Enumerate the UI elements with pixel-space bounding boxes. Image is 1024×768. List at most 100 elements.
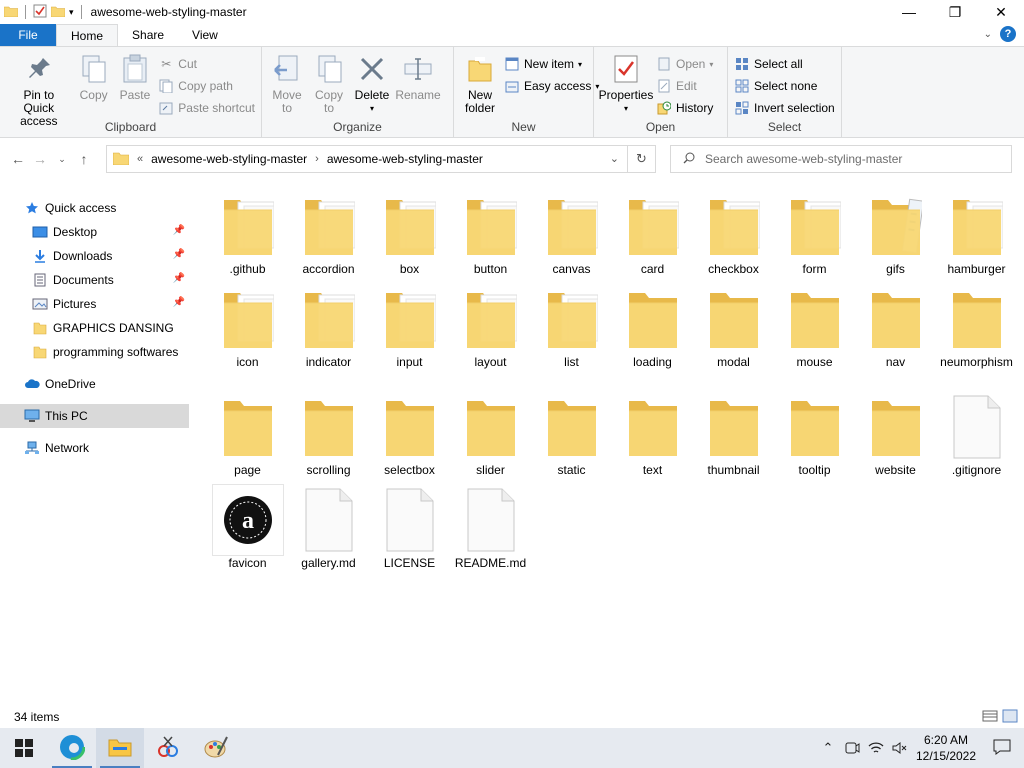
list-item[interactable]: LICENSE (369, 484, 450, 571)
sidebar-item-downloads[interactable]: Downloads 📌 (0, 244, 189, 268)
forward-button[interactable]: → (30, 149, 50, 169)
folder-icon (536, 190, 608, 262)
tab-view[interactable]: View (178, 24, 232, 46)
list-item[interactable]: scrolling (288, 391, 369, 478)
breadcrumb-item[interactable]: awesome-web-styling-master (327, 152, 483, 166)
breadcrumb-prefix[interactable]: « (137, 153, 143, 165)
list-item[interactable]: nav (855, 283, 936, 370)
select-none-button[interactable]: Select none (734, 77, 835, 95)
tab-file[interactable]: File (0, 24, 56, 46)
list-item[interactable]: accordion (288, 190, 369, 277)
minimize-button[interactable]: — (886, 0, 932, 24)
edge-taskbar-button[interactable] (48, 728, 96, 768)
list-item[interactable]: layout (450, 283, 531, 370)
sidebar-item-graphics-dansing[interactable]: GRAPHICS DANSING (0, 316, 189, 340)
chevron-up-icon[interactable]: ⌃ (816, 728, 840, 768)
list-item[interactable]: a favicon (207, 484, 288, 571)
details-view-icon[interactable] (982, 709, 998, 726)
close-button[interactable]: ✕ (978, 0, 1024, 24)
list-item[interactable]: website (855, 391, 936, 478)
cut-button[interactable]: ✂ Cut (158, 55, 255, 73)
search-input[interactable] (705, 152, 995, 166)
breadcrumb-item[interactable]: awesome-web-styling-master (151, 152, 307, 166)
history-button[interactable]: History (656, 99, 713, 117)
new-item-button[interactable]: New item ▾ (504, 55, 599, 73)
new-folder-icon[interactable] (50, 5, 66, 20)
invert-selection-button[interactable]: Invert selection (734, 99, 835, 117)
sidebar-item-this-pc[interactable]: This PC (0, 404, 189, 428)
sidebar-item-desktop[interactable]: Desktop 📌 (0, 220, 189, 244)
list-item[interactable]: text (612, 391, 693, 478)
list-item[interactable]: README.md (450, 484, 531, 571)
list-item[interactable]: page (207, 391, 288, 478)
clock[interactable]: 6:20 AM 12/15/2022 (912, 732, 980, 764)
volume-muted-icon[interactable] (888, 728, 912, 768)
recent-locations-button[interactable]: ⌄ (52, 149, 72, 169)
tab-home[interactable]: Home (56, 24, 119, 46)
list-item[interactable]: slider (450, 391, 531, 478)
list-item[interactable]: .github (207, 190, 288, 277)
rename-icon (402, 53, 434, 85)
navigation-bar: ← → ⌄ ↑ « awesome-web-styling-master › a… (0, 145, 1024, 173)
sidebar-item-programming-softwares[interactable]: programming softwares (0, 340, 189, 364)
sidebar-item-pictures[interactable]: Pictures 📌 (0, 292, 189, 316)
chevron-down-icon[interactable]: ⌄ (984, 29, 992, 40)
list-item[interactable]: canvas (531, 190, 612, 277)
list-item[interactable]: input (369, 283, 450, 370)
list-item[interactable]: modal (693, 283, 774, 370)
sidebar-item-network[interactable]: Network (0, 436, 189, 460)
maximize-button[interactable]: ❐ (932, 0, 978, 24)
copy-path-button[interactable]: Copy path (158, 77, 255, 95)
meet-now-icon[interactable] (840, 728, 864, 768)
edit-button[interactable]: Edit (656, 77, 713, 95)
list-item[interactable]: static (531, 391, 612, 478)
properties-icon[interactable] (33, 4, 47, 21)
pictures-icon (32, 296, 48, 312)
file-name: canvas (552, 262, 591, 276)
easy-access-button[interactable]: Easy access ▾ (504, 77, 599, 95)
tab-share[interactable]: Share (118, 24, 178, 46)
chevron-right-icon[interactable]: › (315, 153, 319, 165)
list-item[interactable]: gallery.md (288, 484, 369, 571)
list-item[interactable]: indicator (288, 283, 369, 370)
list-item[interactable]: list (531, 283, 612, 370)
list-item[interactable]: checkbox (693, 190, 774, 277)
folder-icon (374, 190, 446, 262)
list-item[interactable]: neumorphism (936, 283, 1017, 370)
search-box[interactable] (670, 145, 1012, 173)
refresh-button[interactable]: ↻ (627, 146, 655, 172)
sidebar-item-quick-access[interactable]: Quick access (0, 196, 189, 220)
list-item[interactable]: card (612, 190, 693, 277)
open-button[interactable]: Open ▾ (656, 55, 713, 73)
file-explorer-taskbar-button[interactable] (96, 728, 144, 768)
notification-center-button[interactable] (980, 728, 1024, 768)
sidebar-item-onedrive[interactable]: OneDrive (0, 372, 189, 396)
list-item[interactable]: gifs (855, 190, 936, 277)
chevron-down-icon[interactable]: ⌄ (610, 152, 619, 165)
list-item[interactable]: button (450, 190, 531, 277)
address-bar[interactable]: « awesome-web-styling-master › awesome-w… (106, 145, 656, 173)
help-icon[interactable]: ? (1000, 26, 1016, 42)
paste-shortcut-button[interactable]: Paste shortcut (158, 99, 255, 117)
file-name: tooltip (798, 463, 831, 477)
sidebar-item-documents[interactable]: Documents 📌 (0, 268, 189, 292)
snip-tool-taskbar-button[interactable] (144, 728, 192, 768)
wifi-icon[interactable] (864, 728, 888, 768)
list-item[interactable]: thumbnail (693, 391, 774, 478)
list-item[interactable]: mouse (774, 283, 855, 370)
back-button[interactable]: ← (8, 149, 28, 169)
chevron-down-icon[interactable]: ▾ (69, 7, 74, 18)
up-button[interactable]: ↑ (74, 149, 94, 169)
large-icons-view-icon[interactable] (1002, 709, 1018, 726)
start-button[interactable] (0, 728, 48, 768)
list-item[interactable]: .gitignore (936, 391, 1017, 478)
paint-taskbar-button[interactable] (192, 728, 240, 768)
list-item[interactable]: tooltip (774, 391, 855, 478)
list-item[interactable]: form (774, 190, 855, 277)
list-item[interactable]: loading (612, 283, 693, 370)
select-all-button[interactable]: Select all (734, 55, 835, 73)
list-item[interactable]: hamburger (936, 190, 1017, 277)
list-item[interactable]: icon (207, 283, 288, 370)
list-item[interactable]: selectbox (369, 391, 450, 478)
list-item[interactable]: box (369, 190, 450, 277)
